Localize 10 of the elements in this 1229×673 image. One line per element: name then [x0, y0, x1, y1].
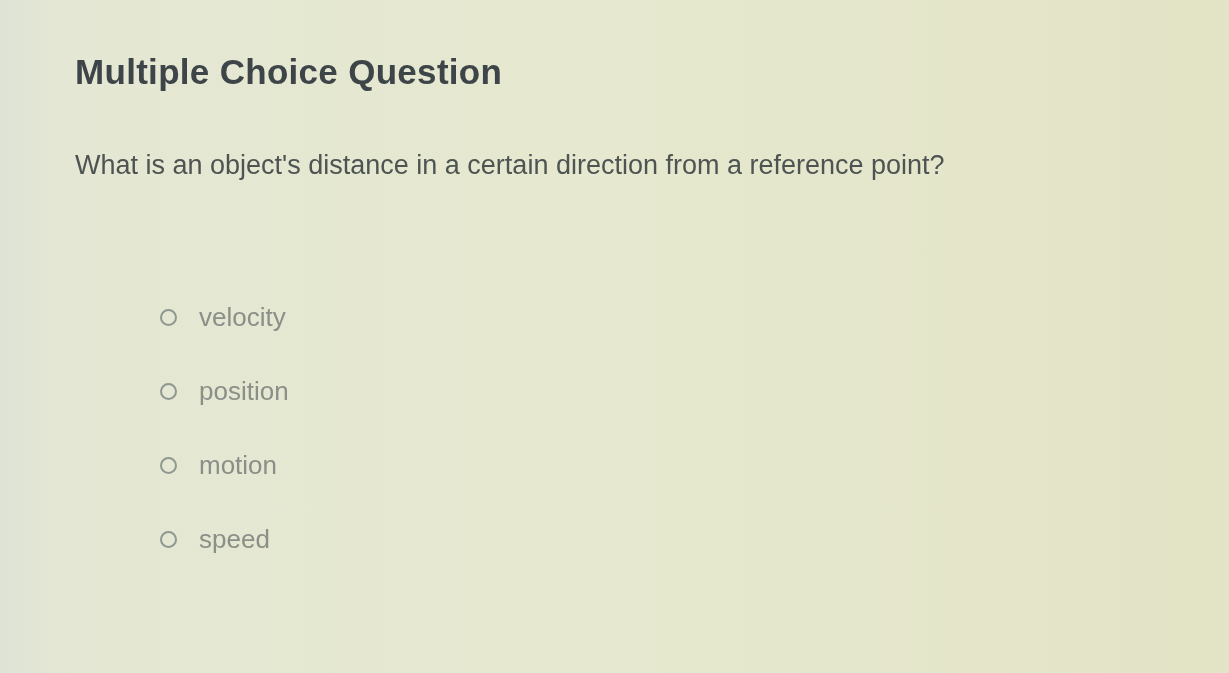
radio-button[interactable]	[160, 308, 177, 326]
option-label: speed	[199, 523, 270, 555]
radio-button[interactable]	[160, 382, 177, 400]
question-title: Multiple Choice Question	[75, 52, 503, 92]
question-text: What is an object's distance in a certain direction from a reference point?	[75, 150, 945, 181]
option-label: velocity	[199, 301, 286, 333]
option-label: position	[199, 375, 289, 407]
radio-button[interactable]	[160, 530, 177, 548]
radio-button[interactable]	[160, 456, 177, 474]
option-label: motion	[199, 449, 278, 481]
